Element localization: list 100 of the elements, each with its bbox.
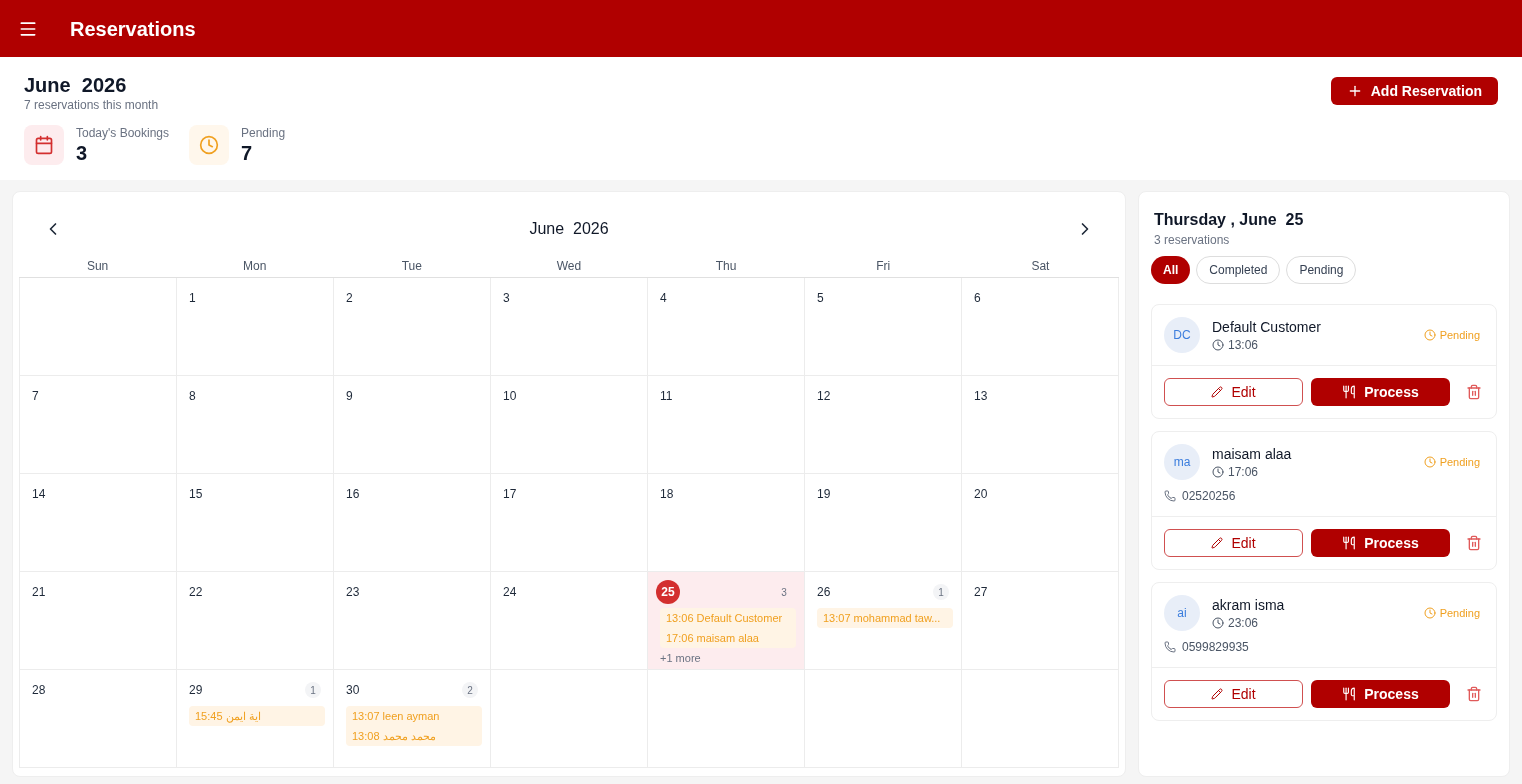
filter-chip[interactable]: Pending: [1286, 256, 1357, 284]
calendar-day-cell[interactable]: 2: [334, 278, 491, 376]
day-number: 21: [32, 584, 46, 600]
calendar-month-title: June 2026: [529, 219, 609, 239]
day-number: 9: [346, 388, 353, 404]
calendar-day-cell[interactable]: 25 3 13:06 Default Customer 17:06 maisam alaa +1 more: [648, 572, 805, 670]
phone-number: 02520256: [1182, 488, 1236, 504]
weekday-header: Sat: [1030, 258, 1051, 275]
edit-button[interactable]: Edit: [1164, 680, 1303, 708]
customer-name: akram isma: [1212, 596, 1286, 615]
edit-button[interactable]: Edit: [1164, 529, 1303, 557]
calendar-day-cell[interactable]: 27: [962, 572, 1119, 670]
customer-name: maisam alaa: [1212, 445, 1293, 464]
filter-chip[interactable]: Completed: [1196, 256, 1281, 284]
day-number: 20: [974, 486, 988, 502]
calendar-day-cell[interactable]: 17: [491, 474, 648, 572]
clock-icon: [1212, 617, 1224, 629]
delete-icon[interactable]: [1466, 535, 1482, 551]
calendar-day-cell[interactable]: 19: [805, 474, 962, 572]
avatar: DC: [1164, 317, 1200, 353]
phone-icon: [1164, 490, 1176, 502]
day-number: 17: [503, 486, 517, 502]
day-number: 2: [346, 290, 353, 306]
clock-icon: [1212, 339, 1224, 351]
reservation-count: 3: [780, 585, 788, 600]
reservation-count: 1: [305, 682, 321, 698]
calendar-day-cell[interactable]: 23: [334, 572, 491, 670]
day-number: 15: [189, 486, 203, 502]
clock-icon: [1212, 466, 1224, 478]
utensils-icon: [1342, 385, 1357, 399]
day-number: 26: [817, 584, 831, 600]
reservation-time: 13:06: [1228, 337, 1259, 353]
calendar-day-cell[interactable]: 15: [177, 474, 334, 572]
calendar-day-cell[interactable]: 12: [805, 376, 962, 474]
delete-icon[interactable]: [1466, 384, 1482, 400]
more-link[interactable]: +1 more: [660, 650, 701, 667]
stat-label: Today's Bookings: [76, 125, 169, 141]
day-number: 16: [346, 486, 360, 502]
month-subtitle: 7 reservations this month: [24, 97, 160, 113]
calendar-day-cell[interactable]: 18: [648, 474, 805, 572]
day-number: 11: [660, 388, 673, 404]
pencil-icon: [1211, 537, 1224, 549]
day-number: 5: [817, 290, 824, 306]
day-number: 10: [503, 388, 517, 404]
calendar-day-cell[interactable]: 20: [962, 474, 1119, 572]
edit-button[interactable]: Edit: [1164, 378, 1303, 406]
day-number: 30: [346, 682, 360, 698]
calendar-day-cell[interactable]: 6: [962, 278, 1119, 376]
calendar-day-cell[interactable]: 22: [177, 572, 334, 670]
app-title: Reservations: [70, 16, 196, 42]
weekday-header: Sun: [85, 258, 110, 275]
pencil-icon: [1211, 386, 1224, 398]
day-number: 12: [817, 388, 831, 404]
status-label: Pending: [1439, 605, 1480, 621]
calendar-day-cell[interactable]: 7: [20, 376, 177, 474]
day-number: 18: [660, 486, 674, 502]
clock-icon: [1423, 329, 1436, 341]
process-button[interactable]: Process: [1311, 680, 1450, 708]
phone-number: 0599829935: [1182, 639, 1249, 655]
avatar: ma: [1164, 444, 1200, 480]
calendar-day-cell[interactable]: 26 1 13:07 mohammad taw...: [805, 572, 962, 670]
day-title: Thursday , June 25: [1153, 210, 1305, 230]
add-reservation-button[interactable]: Add Reservation: [1330, 77, 1498, 105]
reservation-count: 1: [933, 584, 949, 600]
day-number: 1: [189, 290, 196, 306]
process-button[interactable]: Process: [1311, 378, 1450, 406]
reservation-count: 2: [462, 682, 478, 698]
process-button[interactable]: Process: [1311, 529, 1450, 557]
avatar: ai: [1164, 595, 1200, 631]
delete-icon[interactable]: [1466, 686, 1482, 702]
status-label: Pending: [1439, 327, 1480, 343]
day-number: 19: [817, 486, 831, 502]
weekday-header: Thu: [714, 258, 738, 275]
day-number: 3: [503, 290, 510, 306]
weekday-header: Mon: [242, 258, 268, 275]
day-number: 24: [503, 584, 517, 600]
calendar-day-cell[interactable]: 21: [20, 572, 177, 670]
filter-chip[interactable]: All: [1151, 256, 1191, 284]
calendar-day-cell[interactable]: 16: [334, 474, 491, 572]
calendar-day-cell[interactable]: 5: [805, 278, 962, 376]
calendar-day-cell[interactable]: 11: [648, 376, 805, 474]
calendar-day-cell[interactable]: 4: [648, 278, 805, 376]
calendar-day-cell[interactable]: 24: [491, 572, 648, 670]
calendar-day-cell[interactable]: 9: [334, 376, 491, 474]
calendar-day-cell[interactable]: 28: [20, 670, 177, 768]
clock-icon: [199, 135, 219, 155]
stat-value: 3: [76, 141, 89, 165]
calendar-day-cell[interactable]: 8: [177, 376, 334, 474]
calendar-day-cell[interactable]: 3: [491, 278, 648, 376]
day-number: 22: [189, 584, 203, 600]
status-label: Pending: [1439, 454, 1480, 470]
day-number: 6: [974, 290, 981, 306]
calendar-day-cell[interactable]: 10: [491, 376, 648, 474]
weekday-header: Fri: [875, 258, 892, 275]
day-number: 13: [974, 388, 988, 404]
calendar-day-cell[interactable]: 13: [962, 376, 1119, 474]
calendar-day-cell[interactable]: 1: [177, 278, 334, 376]
weekday-header: Wed: [555, 258, 583, 275]
customer-name: Default Customer: [1212, 318, 1322, 337]
calendar-day-cell[interactable]: 14: [20, 474, 177, 572]
